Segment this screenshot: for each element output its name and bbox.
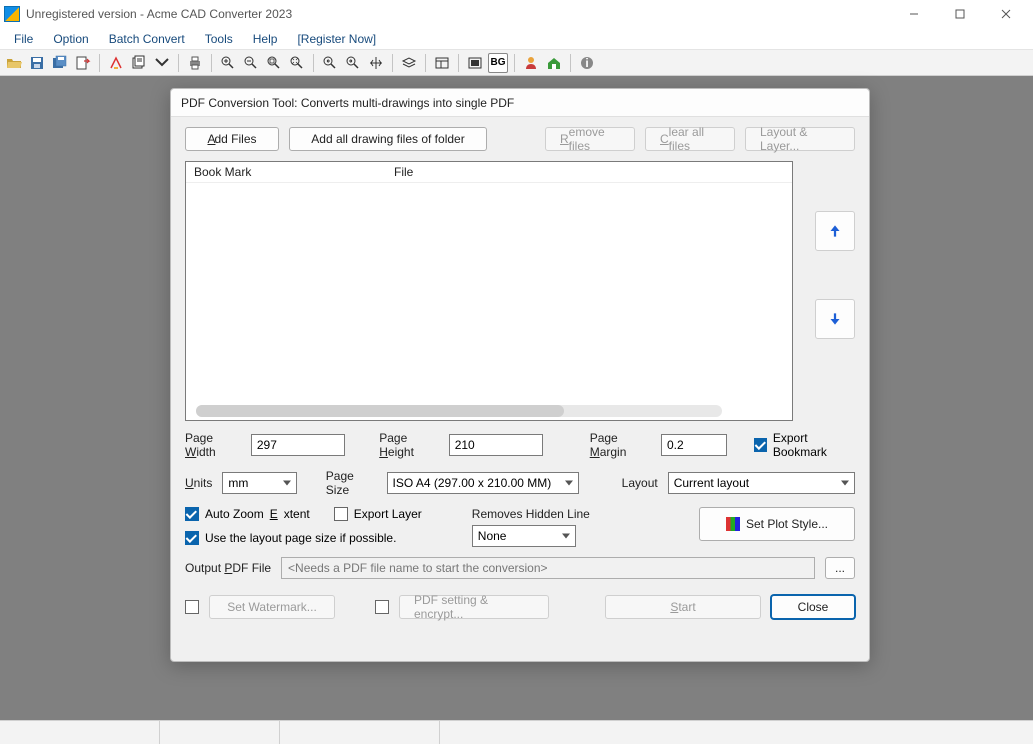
column-file[interactable]: File bbox=[386, 162, 421, 182]
use-layout-page-checkbox[interactable]: Use the layout page size if possible. bbox=[185, 531, 422, 545]
menu-file[interactable]: File bbox=[6, 30, 41, 48]
statusbar bbox=[0, 720, 1033, 744]
horizontal-scrollbar[interactable] bbox=[196, 405, 722, 417]
export-layer-checkbox[interactable]: Export Layer bbox=[334, 507, 422, 521]
window-title: Unregistered version - Acme CAD Converte… bbox=[26, 7, 891, 21]
file-list[interactable]: Book Mark File bbox=[185, 161, 793, 421]
page-width-input[interactable] bbox=[251, 434, 345, 456]
save-icon[interactable] bbox=[27, 53, 47, 73]
page-margin-input[interactable] bbox=[661, 434, 727, 456]
toolbar: BG i bbox=[0, 50, 1033, 76]
layout-layer-button[interactable]: Layout & Layer... bbox=[745, 127, 855, 151]
output-file-label: Output PDF File bbox=[185, 561, 271, 575]
home-icon[interactable] bbox=[544, 53, 564, 73]
removes-hidden-select[interactable]: None bbox=[472, 525, 576, 547]
print-icon[interactable] bbox=[185, 53, 205, 73]
remove-files-button[interactable]: Remove files bbox=[545, 127, 635, 151]
layers-icon[interactable] bbox=[399, 53, 419, 73]
export-bookmark-checkbox[interactable]: Export Bookmark bbox=[754, 431, 855, 459]
watermark-checkbox[interactable] bbox=[185, 600, 199, 614]
menu-help[interactable]: Help bbox=[245, 30, 286, 48]
pan-icon[interactable] bbox=[366, 53, 386, 73]
user-icon[interactable] bbox=[521, 53, 541, 73]
start-button[interactable]: Start bbox=[605, 595, 761, 619]
layout-select[interactable]: Current layout bbox=[668, 472, 855, 494]
zoom-prev-icon[interactable] bbox=[320, 53, 340, 73]
column-bookmark[interactable]: Book Mark bbox=[186, 162, 386, 182]
set-watermark-button[interactable]: Set Watermark... bbox=[209, 595, 335, 619]
zoom-next-icon[interactable] bbox=[343, 53, 363, 73]
app-icon bbox=[4, 6, 20, 22]
move-up-button[interactable] bbox=[815, 211, 855, 251]
menu-tools[interactable]: Tools bbox=[197, 30, 241, 48]
open-icon[interactable] bbox=[4, 53, 24, 73]
page-height-input[interactable] bbox=[449, 434, 543, 456]
batch-icon[interactable] bbox=[129, 53, 149, 73]
dwg-convert-icon[interactable] bbox=[106, 53, 126, 73]
menubar: File Option Batch Convert Tools Help [Re… bbox=[0, 28, 1033, 50]
svg-text:i: i bbox=[585, 56, 588, 70]
plot-style-icon bbox=[726, 517, 740, 531]
page-size-select[interactable]: ISO A4 (297.00 x 210.00 MM) bbox=[387, 472, 580, 494]
zoom-extents-icon[interactable] bbox=[287, 53, 307, 73]
removes-hidden-label: Removes Hidden Line bbox=[472, 507, 590, 521]
units-select[interactable]: mm bbox=[222, 472, 296, 494]
zoom-window-icon[interactable] bbox=[264, 53, 284, 73]
minimize-button[interactable] bbox=[891, 0, 937, 28]
workspace: PDF Conversion Tool: Converts multi-draw… bbox=[0, 76, 1033, 720]
layout-label: Layout bbox=[622, 476, 658, 490]
titlebar: Unregistered version - Acme CAD Converte… bbox=[0, 0, 1033, 28]
pdf-setting-button[interactable]: PDF setting & encrypt... bbox=[399, 595, 549, 619]
menu-register-now[interactable]: [Register Now] bbox=[289, 30, 384, 48]
dropdown-caret-icon[interactable] bbox=[152, 53, 172, 73]
auto-zoom-checkbox[interactable]: Auto Zoom Extent bbox=[185, 507, 310, 521]
layout-icon[interactable] bbox=[432, 53, 452, 73]
menu-option[interactable]: Option bbox=[45, 30, 96, 48]
zoom-in-icon[interactable] bbox=[218, 53, 238, 73]
close-window-button[interactable] bbox=[983, 0, 1029, 28]
browse-button[interactable]: ... bbox=[825, 557, 855, 579]
page-height-label: Page Height bbox=[379, 431, 438, 459]
output-file-field[interactable]: <Needs a PDF file name to start the conv… bbox=[281, 557, 815, 579]
export-icon[interactable] bbox=[73, 53, 93, 73]
add-files-button[interactable]: Add Files bbox=[185, 127, 279, 151]
close-button[interactable]: Close bbox=[771, 595, 855, 619]
units-label: Units bbox=[185, 476, 212, 490]
page-margin-label: Page Margin bbox=[590, 431, 651, 459]
move-down-button[interactable] bbox=[815, 299, 855, 339]
maximize-button[interactable] bbox=[937, 0, 983, 28]
fullscreen-icon[interactable] bbox=[465, 53, 485, 73]
dialog-title: PDF Conversion Tool: Converts multi-draw… bbox=[171, 89, 869, 117]
page-size-label: Page Size bbox=[326, 469, 377, 497]
menu-batch-convert[interactable]: Batch Convert bbox=[101, 30, 193, 48]
info-icon[interactable]: i bbox=[577, 53, 597, 73]
set-plot-style-button[interactable]: Set Plot Style... bbox=[699, 507, 855, 541]
add-folder-button[interactable]: Add all drawing files of folder bbox=[289, 127, 487, 151]
background-toggle[interactable]: BG bbox=[488, 53, 508, 73]
page-width-label: Page Width bbox=[185, 431, 241, 459]
save-all-icon[interactable] bbox=[50, 53, 70, 73]
clear-all-button[interactable]: Clear all files bbox=[645, 127, 735, 151]
pdf-setting-checkbox[interactable] bbox=[375, 600, 389, 614]
pdf-conversion-dialog: PDF Conversion Tool: Converts multi-draw… bbox=[170, 88, 870, 662]
zoom-out-icon[interactable] bbox=[241, 53, 261, 73]
